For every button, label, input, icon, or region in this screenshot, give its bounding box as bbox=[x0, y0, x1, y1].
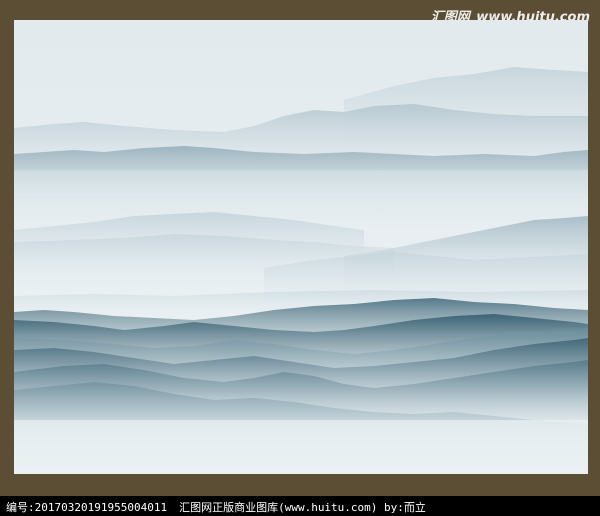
caption-author: by:而立 bbox=[384, 501, 426, 514]
caption-id-label: 编号: bbox=[6, 501, 35, 514]
misty-mountains-illustration bbox=[14, 20, 588, 474]
caption: 编号:20170320191955004011 汇图网正版商业图库(www.hui… bbox=[6, 499, 426, 515]
mid-fog bbox=[14, 170, 588, 210]
caption-id-value: 20170320191955004011 bbox=[34, 501, 168, 514]
ground-fog bbox=[14, 420, 588, 474]
caption-library: 汇图网正版商业图库(www.huitu.com) bbox=[179, 501, 378, 514]
ink-mountain-painting bbox=[14, 20, 588, 474]
caption-bar: 编号:20170320191955004011 汇图网正版商业图库(www.hui… bbox=[0, 496, 600, 516]
picture-frame: 汇图网 www.huitu.com bbox=[0, 0, 600, 496]
